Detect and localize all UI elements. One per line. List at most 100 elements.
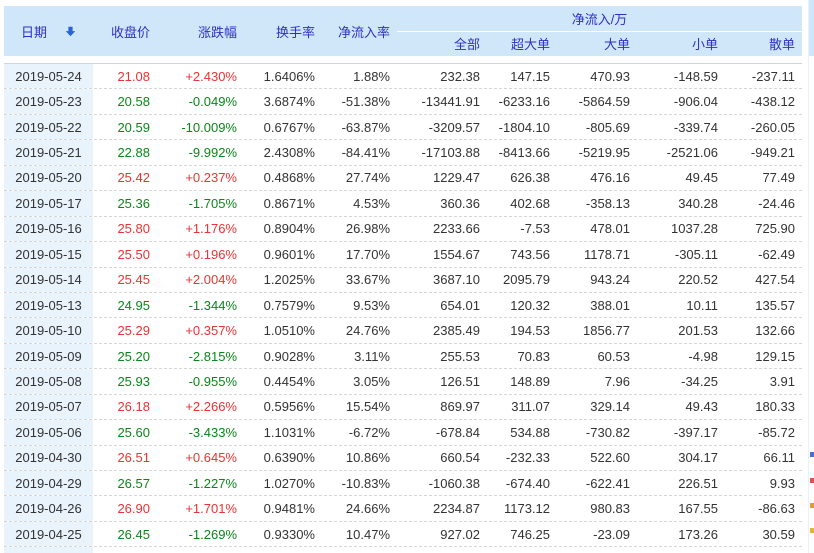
fund-flow-table: 日期 收盘价 涨跌幅 换手率 净流入率 净流入/万 全部 超大单 大单 小单 散… (4, 6, 802, 553)
table-row: 2019-05-2025.42+0.237%0.4868%27.74%1229.… (4, 166, 802, 191)
cell-super-large: 402.68 (487, 191, 557, 215)
cell-all: -17103.88 (397, 140, 487, 164)
cell-all: 2233.66 (397, 217, 487, 241)
cell-date: 2019-05-15 (4, 242, 93, 266)
cell-scatter: 180.33 (725, 395, 802, 419)
cell-change: -1.705% (157, 191, 244, 215)
cell-close: 25.42 (93, 166, 157, 190)
cell-close: 21.08 (93, 64, 157, 88)
table-row: 2019-05-1425.45+2.004%1.2025%33.67%3687.… (4, 268, 802, 293)
cell-date: 2019-04-29 (4, 471, 93, 495)
cell-date: 2019-05-17 (4, 191, 93, 215)
cell-small: 220.52 (637, 268, 725, 292)
cell-change: +2.266% (157, 395, 244, 419)
cell-super-large: 311.07 (487, 395, 557, 419)
cell-all: -3209.57 (397, 115, 487, 139)
cell-all: 3687.10 (397, 268, 487, 292)
cell-scatter: 132.66 (725, 318, 802, 342)
cell-turnover: 0.5956% (244, 395, 322, 419)
cell-super-large: -7.53 (487, 217, 557, 241)
cell-date: 2019-05-13 (4, 293, 93, 317)
cell-small: 201.53 (637, 318, 725, 342)
column-header-all: 全部 (397, 30, 487, 56)
cell-scatter: -86.63 (725, 496, 802, 520)
cell-turnover: 0.8904% (244, 217, 322, 241)
cell-scatter: 129.15 (725, 344, 802, 368)
cell-change: +2.430% (157, 64, 244, 88)
cell-date: 2019-05-23 (4, 89, 93, 113)
cell-change: +0.196% (157, 242, 244, 266)
column-header-date-label: 日期 (21, 22, 47, 41)
column-header-scatter: 散单 (725, 30, 802, 56)
partial-row (4, 547, 802, 553)
cell-date: 2019-04-26 (4, 496, 93, 520)
cell-close: 20.59 (93, 115, 157, 139)
cell-turnover: 0.9481% (244, 496, 322, 520)
column-header-close: 收盘价 (93, 6, 157, 56)
cell-inflow-rate: 3.05% (322, 369, 397, 393)
cell-inflow-rate: -84.41% (322, 140, 397, 164)
cell-close: 26.57 (93, 471, 157, 495)
table-row: 2019-04-3026.51+0.645%0.6390%10.86%660.5… (4, 446, 802, 471)
cell-turnover: 0.9028% (244, 344, 322, 368)
cell-inflow-rate: 27.74% (322, 166, 397, 190)
column-header-super-large: 超大单 (487, 30, 557, 56)
cell-super-large: 743.56 (487, 242, 557, 266)
cell-all: 126.51 (397, 369, 487, 393)
table-row: 2019-05-0726.18+2.266%0.5956%15.54%869.9… (4, 395, 802, 420)
cell-small: 49.45 (637, 166, 725, 190)
cell-small: -148.59 (637, 64, 725, 88)
cell-large: 943.24 (557, 268, 637, 292)
cell-small: 173.26 (637, 522, 725, 546)
cell-turnover: 0.6390% (244, 446, 322, 470)
cell-small: 340.28 (637, 191, 725, 215)
cell-small: 1037.28 (637, 217, 725, 241)
column-header-date[interactable]: 日期 (4, 6, 93, 56)
cell-large: 478.01 (557, 217, 637, 241)
cell-inflow-rate: 17.70% (322, 242, 397, 266)
cell-inflow-rate: 26.98% (322, 217, 397, 241)
cell-small: 226.51 (637, 471, 725, 495)
cell-large: 388.01 (557, 293, 637, 317)
cell-date: 2019-05-06 (4, 420, 93, 444)
cell-change: -9.992% (157, 140, 244, 164)
partial-date-cell (4, 547, 93, 553)
cell-turnover: 1.1031% (244, 420, 322, 444)
cell-all: -678.84 (397, 420, 487, 444)
cell-super-large: 70.83 (487, 344, 557, 368)
cell-date: 2019-05-20 (4, 166, 93, 190)
cell-large: 476.16 (557, 166, 637, 190)
cell-date: 2019-05-10 (4, 318, 93, 342)
table-row: 2019-05-1324.95-1.344%0.7579%9.53%654.01… (4, 293, 802, 318)
cell-large: -5219.95 (557, 140, 637, 164)
cell-change: +1.701% (157, 496, 244, 520)
cell-inflow-rate: -10.83% (322, 471, 397, 495)
cell-turnover: 0.9601% (244, 242, 322, 266)
cell-super-large: -674.40 (487, 471, 557, 495)
cell-turnover: 1.2025% (244, 268, 322, 292)
cell-change: -0.049% (157, 89, 244, 113)
table-header: 日期 收盘价 涨跌幅 换手率 净流入率 净流入/万 全部 超大单 大单 小单 散… (4, 6, 802, 56)
cell-scatter: -260.05 (725, 115, 802, 139)
cell-close: 25.80 (93, 217, 157, 241)
cell-inflow-rate: -6.72% (322, 420, 397, 444)
cell-turnover: 1.0510% (244, 318, 322, 342)
cell-super-large: 120.32 (487, 293, 557, 317)
column-header-inflow-rate: 净流入率 (322, 6, 397, 56)
cell-close: 25.29 (93, 318, 157, 342)
column-header-change: 涨跌幅 (157, 6, 244, 56)
cell-scatter: 77.49 (725, 166, 802, 190)
column-header-turnover: 换手率 (244, 6, 322, 56)
cell-super-large: 2095.79 (487, 268, 557, 292)
table-body: 2019-05-2421.08+2.430%1.6406%1.88%232.38… (4, 63, 802, 547)
table-row: 2019-05-1725.36-1.705%0.8671%4.53%360.36… (4, 191, 802, 216)
header-group-divider (397, 31, 802, 32)
cell-change: +1.176% (157, 217, 244, 241)
cell-all: 232.38 (397, 64, 487, 88)
right-edge-strip (808, 0, 814, 553)
cell-all: 360.36 (397, 191, 487, 215)
cell-turnover: 0.7579% (244, 293, 322, 317)
cell-large: 470.93 (557, 64, 637, 88)
cell-super-large: 147.15 (487, 64, 557, 88)
table-row: 2019-05-0925.20-2.815%0.9028%3.11%255.53… (4, 344, 802, 369)
